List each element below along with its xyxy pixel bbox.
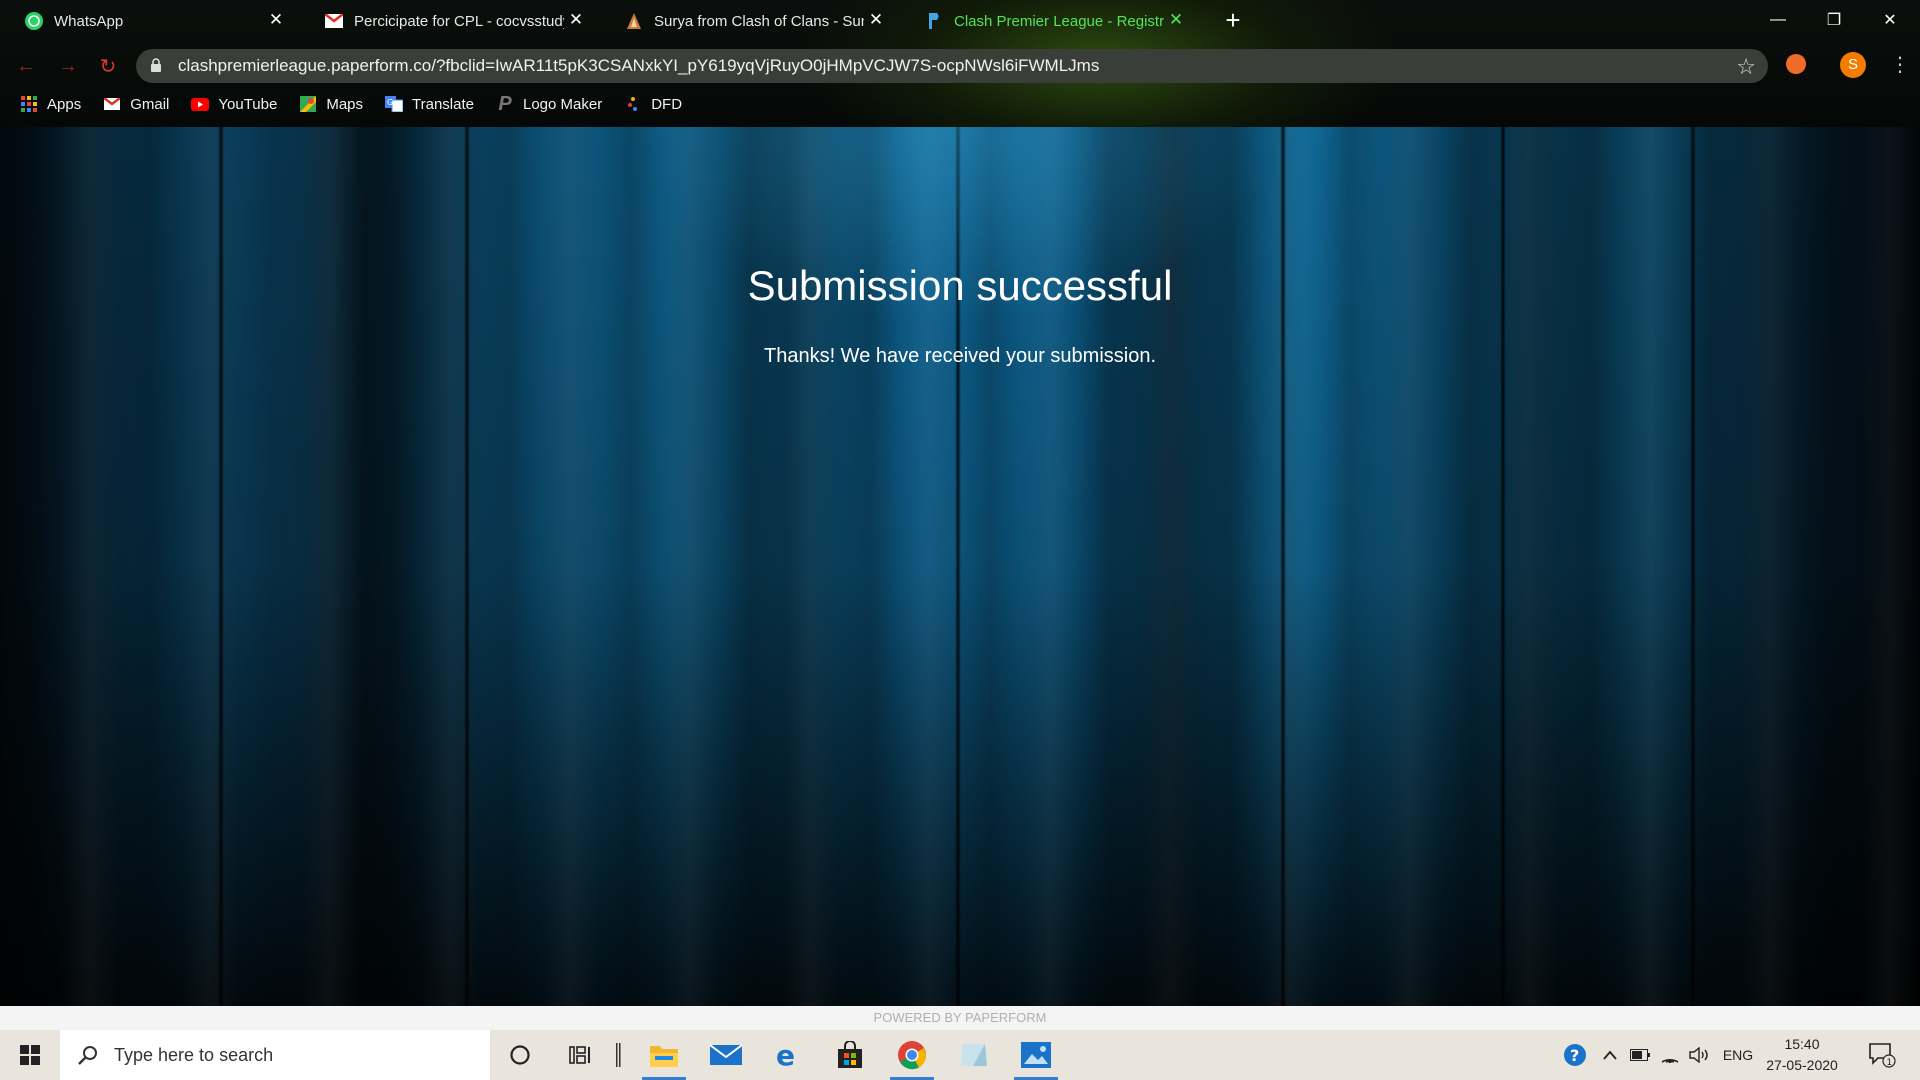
bookmark-label: Apps (47, 95, 82, 113)
browser-menu-icon[interactable]: ⋮ (1890, 52, 1910, 77)
search-icon (76, 1043, 100, 1067)
forward-arrow-icon[interactable]: → (54, 52, 82, 80)
close-tab-icon[interactable]: ✕ (566, 10, 586, 30)
lock-icon (150, 58, 162, 72)
svg-text:G: G (387, 98, 393, 107)
reload-icon[interactable]: ↻ (94, 52, 122, 80)
tab-strip: WhatsApp ✕ Percicipate for CPL - cocvsst… (0, 0, 1920, 46)
store-icon[interactable] (822, 1030, 878, 1080)
page-background: Submission successful Thanks! We have re… (0, 127, 1920, 1006)
back-arrow-icon[interactable]: ← (12, 52, 40, 80)
taskbar-search-box[interactable]: Type here to search (60, 1030, 490, 1080)
clock-time: 15:40 (1784, 1036, 1820, 1052)
translate-icon: G (385, 95, 404, 113)
bookmark-label: Gmail (130, 95, 170, 113)
paperform-icon (924, 11, 944, 31)
close-window-button[interactable]: ✕ (1862, 0, 1918, 40)
tab-title: Clash Premier League - Registrati (954, 12, 1164, 30)
close-tab-icon[interactable]: ✕ (1166, 10, 1186, 30)
bookmark-logo-maker[interactable]: P Logo Maker (496, 92, 603, 115)
bookmark-translate[interactable]: G Translate (385, 95, 474, 113)
start-button[interactable] (0, 1030, 60, 1080)
bookmark-dfd[interactable]: DFD (624, 95, 682, 113)
app-icon[interactable] (946, 1030, 1002, 1080)
powered-by-link[interactable]: POWERED BY PAPERFORM (0, 1006, 1920, 1030)
maps-icon (299, 95, 317, 113)
cortana-icon[interactable] (492, 1030, 548, 1080)
curtain-fold (218, 127, 224, 1006)
tab-title: Percicipate for CPL - cocvsstudy@ (354, 12, 564, 30)
chrome-icon[interactable] (884, 1030, 940, 1080)
edge-icon[interactable]: e (760, 1030, 816, 1080)
bookmark-star-icon[interactable]: ☆ (1736, 54, 1756, 80)
bookmark-apps[interactable]: Apps (20, 95, 81, 113)
wifi-icon[interactable] (1656, 1030, 1684, 1080)
tab-clash-premier-league[interactable]: Clash Premier League - Registrati ✕ (900, 0, 1200, 42)
help-icon[interactable]: ? (1558, 1030, 1592, 1080)
close-tab-icon[interactable]: ✕ (266, 10, 286, 30)
language-indicator[interactable]: ENG (1718, 1030, 1758, 1080)
page-title: Submission successful (747, 262, 1173, 309)
tab-clash-surya[interactable]: Surya from Clash of Clans - Sum ✕ (600, 0, 900, 42)
chevron-up-icon[interactable] (1596, 1030, 1624, 1080)
curtain-fold (1500, 127, 1506, 1006)
bookmark-label: Translate (412, 95, 474, 113)
bookmark-label: YouTube (218, 95, 278, 113)
bookmark-label: Maps (326, 95, 364, 113)
confirmation-message: Thanks! We have received your submission… (763, 345, 1157, 367)
bookmark-label: Logo Maker (523, 95, 603, 113)
tab-title: WhatsApp (54, 12, 124, 30)
windows-logo-icon (20, 1045, 40, 1065)
profile-avatar[interactable]: S (1840, 52, 1866, 78)
search-placeholder: Type here to search (114, 1044, 274, 1065)
address-bar[interactable]: clashpremierleague.paperform.co/?fbclid=… (136, 49, 1768, 83)
battery-icon[interactable] (1626, 1030, 1654, 1080)
clock-date: 27-05-2020 (1766, 1057, 1838, 1073)
gmail-icon (103, 95, 121, 113)
tab-whatsapp[interactable]: WhatsApp ✕ (0, 0, 300, 42)
tab-title: Surya from Clash of Clans - Sum (654, 12, 864, 30)
notification-count: 1 (1887, 1058, 1893, 1068)
volume-icon[interactable] (1686, 1030, 1714, 1080)
clash-icon (624, 11, 644, 31)
tab-gmail[interactable]: Percicipate for CPL - cocvsstudy@ ✕ (300, 0, 600, 42)
photos-icon[interactable] (1008, 1030, 1064, 1080)
close-tab-icon[interactable]: ✕ (866, 10, 886, 30)
restore-button[interactable]: ❐ (1806, 0, 1862, 40)
mail-icon[interactable] (698, 1030, 754, 1080)
new-tab-button[interactable]: + (1220, 7, 1246, 34)
extension-icon[interactable] (1786, 54, 1806, 74)
svg-text:e: e (776, 1041, 795, 1069)
browser-toolbar: ← → ↻ clashpremierleague.paperform.co/?f… (0, 46, 1920, 84)
bookmark-maps[interactable]: Maps (299, 95, 363, 113)
apps-grid-icon (20, 95, 38, 113)
task-view-icon[interactable] (552, 1030, 608, 1080)
minimize-button[interactable]: — (1750, 0, 1806, 40)
curtain-fold (1690, 127, 1696, 1006)
notification-center-icon[interactable]: 1 (1862, 1030, 1902, 1080)
gmail-icon (324, 11, 344, 31)
bookmark-label: DFD (651, 95, 683, 113)
whatsapp-icon (24, 11, 44, 31)
dfd-icon (624, 95, 642, 113)
logo-maker-icon: P (498, 92, 512, 115)
bookmarks-bar: Apps Gmail YouTube Maps G Translate P Lo… (0, 90, 1920, 118)
taskbar-divider (608, 1030, 628, 1080)
windows-taskbar: Type here to search e ? ENG 15:40 27-05-… (0, 1030, 1920, 1080)
bookmark-youtube[interactable]: YouTube (191, 95, 277, 113)
youtube-icon (191, 95, 210, 113)
system-clock[interactable]: 15:40 27-05-2020 (1760, 1034, 1844, 1076)
svg-text:?: ? (1570, 1046, 1579, 1065)
spotlight (560, 127, 1360, 547)
url-text[interactable]: clashpremierleague.paperform.co/?fbclid=… (178, 56, 1099, 76)
bookmark-gmail[interactable]: Gmail (103, 95, 169, 113)
browser-chrome: WhatsApp ✕ Percicipate for CPL - cocvsst… (0, 0, 1920, 127)
curtain-fold (464, 127, 470, 1006)
file-explorer-icon[interactable] (636, 1030, 692, 1080)
